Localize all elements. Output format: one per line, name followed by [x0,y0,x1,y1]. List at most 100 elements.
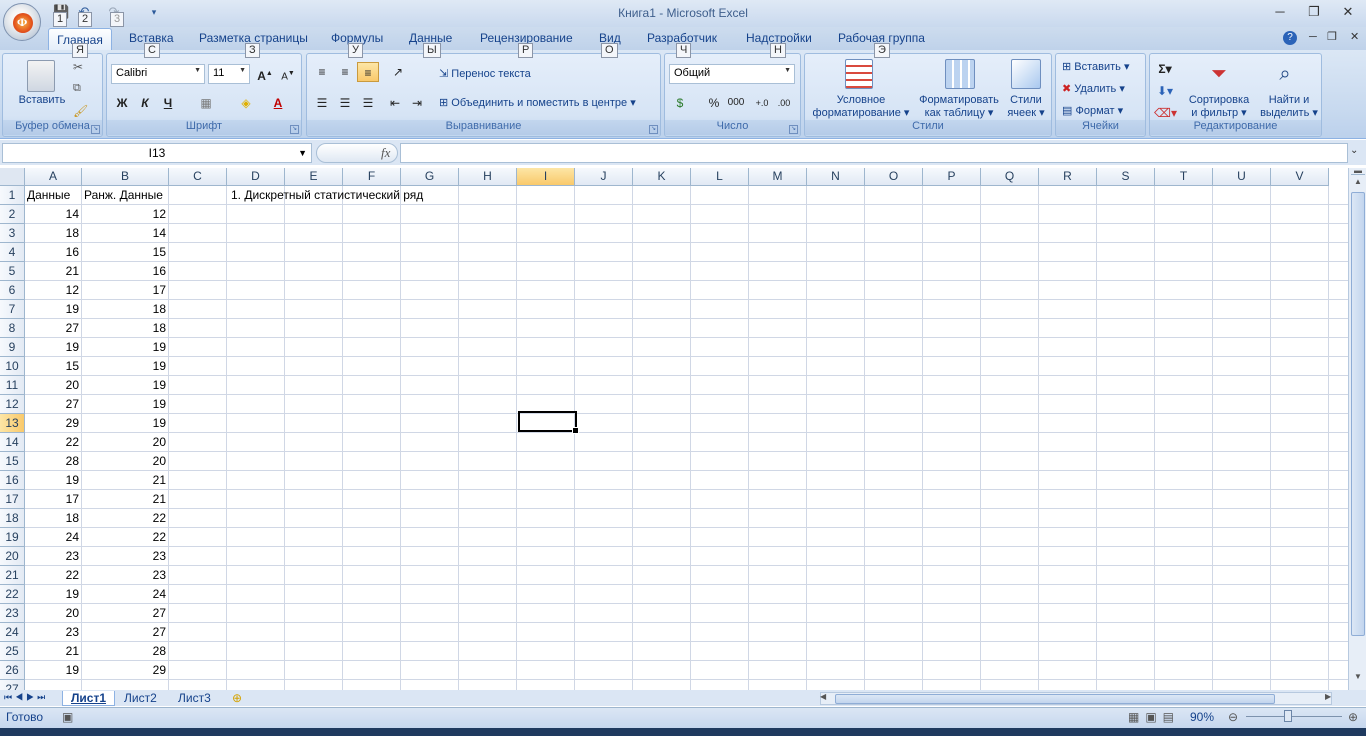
row-header-11[interactable]: 11 [0,376,25,395]
cell-b11[interactable]: 19 [82,376,166,395]
clipboard-launcher-icon[interactable]: ↘ [91,125,100,134]
shrink-font-icon[interactable]: A▼ [277,64,299,84]
cell-a22[interactable]: 19 [25,585,79,604]
row-header-24[interactable]: 24 [0,623,25,642]
column-header-f[interactable]: F [343,168,401,186]
cell-a15[interactable]: 28 [25,452,79,471]
help-icon[interactable]: ? [1283,31,1297,45]
row-header-8[interactable]: 8 [0,319,25,338]
column-header-a[interactable]: A [25,168,82,186]
column-header-k[interactable]: K [633,168,691,186]
row-header-9[interactable]: 9 [0,338,25,357]
column-header-i[interactable]: I [517,168,575,186]
cell-b3[interactable]: 14 [82,224,166,243]
cell-b6[interactable]: 17 [82,281,166,300]
find-select-button[interactable]: Найти и выделить ▾ [1258,94,1320,120]
row-header-20[interactable]: 20 [0,547,25,566]
cell-a25[interactable]: 21 [25,642,79,661]
number-launcher-icon[interactable]: ↘ [789,125,798,134]
split-box-icon[interactable]: ▬ [1351,167,1365,175]
align-bottom-icon[interactable]: ≡ [357,62,379,82]
cell-a2[interactable]: 14 [25,205,79,224]
row-header-7[interactable]: 7 [0,300,25,319]
font-name-select[interactable]: Calibri ▼ [111,64,205,84]
underline-button[interactable]: Ч [157,93,179,113]
fill-color-icon[interactable]: ◈ [235,93,257,113]
fill-icon[interactable]: ⬇▾ [1154,81,1176,101]
ribbon-restore-icon[interactable]: ❐ [1327,30,1337,43]
formula-input[interactable] [400,143,1348,163]
horizontal-scroll-thumb[interactable] [835,694,1275,704]
cell-b15[interactable]: 20 [82,452,166,471]
borders-icon[interactable]: ▦ [195,93,217,113]
zoom-in-icon[interactable]: ⊕ [1348,710,1358,724]
cell-b8[interactable]: 18 [82,319,166,338]
cell-a12[interactable]: 27 [25,395,79,414]
zoom-slider-track[interactable] [1246,716,1342,717]
row-header-5[interactable]: 5 [0,262,25,281]
row-header-2[interactable]: 2 [0,205,25,224]
name-box-dropdown-icon[interactable]: ▼ [298,144,307,162]
format-painter-icon[interactable]: 🖌 [73,104,88,118]
delete-cells-button[interactable]: ✖ Удалить ▾ [1062,82,1125,95]
insert-cells-button[interactable]: ⊞ Вставить ▾ [1062,60,1130,73]
column-header-b[interactable]: B [82,168,169,186]
column-header-u[interactable]: U [1213,168,1271,186]
row-header-15[interactable]: 15 [0,452,25,471]
zoom-level[interactable]: 90% [1190,710,1214,724]
column-header-r[interactable]: R [1039,168,1097,186]
insert-sheet-icon[interactable]: ⊕ [232,691,242,705]
cell-b22[interactable]: 24 [82,585,166,604]
cell-b1[interactable]: Ранж. Данные [84,186,169,205]
maximize-button[interactable]: ❐ [1300,2,1328,22]
increase-indent-icon[interactable]: ⇥ [406,93,428,113]
active-cell[interactable] [518,411,579,434]
cell-b2[interactable]: 12 [82,205,166,224]
cell-b10[interactable]: 19 [82,357,166,376]
cell-d1[interactable]: 1. Дискретный статистический ряд [231,186,423,205]
row-header-22[interactable]: 22 [0,585,25,604]
cell-b20[interactable]: 23 [82,547,166,566]
merge-center-button[interactable]: ⊞ Объединить и поместить в центре ▾ [439,96,636,109]
cell-b7[interactable]: 18 [82,300,166,319]
sort-filter-button[interactable]: Сортировка и фильтр ▾ [1184,94,1254,120]
cell-a5[interactable]: 21 [25,262,79,281]
row-header-17[interactable]: 17 [0,490,25,509]
cell-a18[interactable]: 18 [25,509,79,528]
close-button[interactable]: ✕ [1334,2,1362,22]
scroll-right-icon[interactable]: ▶ [1325,692,1331,701]
cell-b4[interactable]: 15 [82,243,166,262]
column-header-m[interactable]: M [749,168,807,186]
row-header-26[interactable]: 26 [0,661,25,680]
cell-a21[interactable]: 22 [25,566,79,585]
office-button[interactable]: Ф [3,3,41,41]
decrease-indent-icon[interactable]: ⇤ [384,93,406,113]
cell-b24[interactable]: 27 [82,623,166,642]
cell-a16[interactable]: 19 [25,471,79,490]
format-cells-button[interactable]: ▤ Формат ▾ [1062,104,1123,117]
cell-b9[interactable]: 19 [82,338,166,357]
align-top-icon[interactable]: ≡ [311,62,333,82]
cell-b17[interactable]: 21 [82,490,166,509]
thousands-button[interactable]: 000 [725,93,747,113]
horizontal-scrollbar[interactable] [820,692,1332,705]
column-header-s[interactable]: S [1097,168,1155,186]
cell-b13[interactable]: 19 [82,414,166,433]
wrap-text-button[interactable]: ⇲ Перенос текста [439,67,531,80]
cell-b5[interactable]: 16 [82,262,166,281]
workbook-close-icon[interactable]: ✕ [1350,30,1359,43]
cell-b18[interactable]: 22 [82,509,166,528]
cell-grid[interactable] [25,186,1348,690]
cell-styles-button[interactable]: Стили ячеек ▾ [1003,94,1049,120]
bold-button[interactable]: Ж [111,93,133,113]
cell-a20[interactable]: 23 [25,547,79,566]
row-header-13[interactable]: 13 [0,414,25,433]
view-buttons-icon[interactable]: ▦▣▤ [1128,710,1180,724]
row-header-25[interactable]: 25 [0,642,25,661]
row-header-23[interactable]: 23 [0,604,25,623]
cell-a6[interactable]: 12 [25,281,79,300]
column-header-c[interactable]: C [169,168,227,186]
percent-button[interactable]: % [703,93,725,113]
row-header-21[interactable]: 21 [0,566,25,585]
column-header-h[interactable]: H [459,168,517,186]
